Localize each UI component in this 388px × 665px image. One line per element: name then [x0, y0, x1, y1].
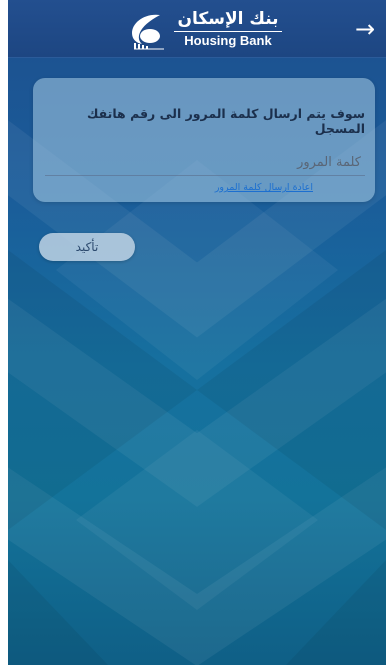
arrow-right-icon[interactable]: →: [352, 17, 378, 43]
confirm-button[interactable]: تأكيد: [39, 233, 135, 261]
password-input[interactable]: [45, 150, 365, 176]
housing-bank-logo: بنك الإسكان Housing Bank: [124, 9, 284, 51]
otp-message: سوف يتم ارسال كلمة المرور الى رقم هاتفك …: [87, 106, 365, 136]
logo-english-text: Housing Bank: [174, 31, 282, 49]
otp-card: سوف يتم ارسال كلمة المرور الى رقم هاتفك …: [33, 78, 375, 202]
app-screen: بنك الإسكان Housing Bank → سوف يتم ارسال…: [8, 0, 386, 665]
bank-logo-icon: [132, 14, 164, 50]
logo-arabic-text: بنك الإسكان: [177, 9, 279, 29]
resend-password-link[interactable]: اعادة ارسال كلمة المرور: [45, 182, 313, 193]
app-header: بنك الإسكان Housing Bank →: [8, 0, 386, 58]
